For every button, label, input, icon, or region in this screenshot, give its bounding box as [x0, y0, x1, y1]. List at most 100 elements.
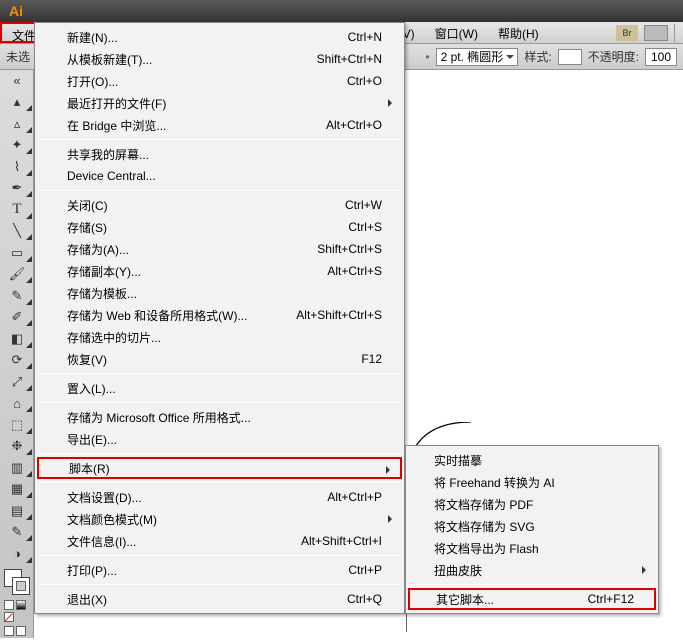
menu-item-label: 关闭(C) [67, 197, 108, 214]
submenu-item-label: 将文档导出为 Flash [434, 540, 539, 557]
menu-item-label: 存储为 Web 和设备所用格式(W)... [67, 307, 247, 324]
submenu-item-shortcut: Ctrl+F12 [588, 592, 634, 606]
warp-tool[interactable]: ⌂ [0, 393, 34, 415]
direct-selection-tool[interactable]: ▵ [0, 113, 34, 135]
menu-item[interactable]: 导出(E)... [37, 428, 402, 450]
menu-separator [39, 373, 400, 374]
submenu-item[interactable]: 将 Freehand 转换为 AI [408, 471, 656, 493]
menu-separator [39, 190, 400, 191]
mesh-tool[interactable]: ▦ [0, 479, 34, 501]
pen-tool[interactable]: ✒ [0, 178, 34, 200]
scale-tool[interactable]: ⤢ [0, 371, 34, 393]
submenu-item[interactable]: 扭曲皮肤 [408, 559, 656, 581]
menu-item[interactable]: 脚本(R) [37, 457, 402, 479]
menu-item[interactable]: 文档颜色模式(M) [37, 508, 402, 530]
menu-item[interactable]: 存储副本(Y)...Alt+Ctrl+S [37, 260, 402, 282]
menu-item-shortcut: Ctrl+W [345, 198, 382, 212]
menu-item[interactable]: 退出(X)Ctrl+Q [37, 588, 402, 610]
submenu-item[interactable]: 实时描摹 [408, 449, 656, 471]
arrange-icon[interactable] [644, 25, 668, 41]
menu-item-shortcut: Ctrl+N [348, 30, 382, 44]
eyedropper-tool[interactable]: ✎ [0, 522, 34, 544]
collapse-icon[interactable]: « [0, 70, 34, 92]
submenu-arrow-icon [642, 566, 650, 574]
title-bar: Ai [0, 0, 683, 22]
menu-item-shortcut: Alt+Shift+Ctrl+I [301, 534, 382, 548]
menu-item[interactable]: 从模板新建(T)...Shift+Ctrl+N [37, 48, 402, 70]
screen-mode-buttons[interactable] [0, 624, 33, 638]
rotate-tool[interactable]: ⟳ [0, 350, 34, 372]
menu-item-label: 恢复(V) [67, 351, 107, 368]
menu-separator [410, 584, 654, 585]
menu-item[interactable]: 关闭(C) Ctrl+W [37, 194, 402, 216]
line-tool[interactable]: ╲ [0, 221, 34, 243]
menu-item[interactable]: Device Central... [37, 165, 402, 187]
opacity-input[interactable]: 100 [645, 48, 677, 66]
style-swatch[interactable] [558, 49, 582, 65]
lasso-tool[interactable]: ⌇ [0, 156, 34, 178]
menu-item-label: 文件信息(I)... [67, 533, 136, 550]
selection-tool[interactable]: ▴ [0, 92, 34, 114]
blob-brush-tool[interactable]: ✐ [0, 307, 34, 329]
bridge-badge[interactable]: Br [616, 25, 638, 41]
menu-item[interactable]: 窗口(W) [425, 22, 488, 43]
blend-tool[interactable]: ◑ [0, 543, 34, 565]
menu-item[interactable]: 最近打开的文件(F) [37, 92, 402, 114]
submenu-item[interactable]: 其它脚本...Ctrl+F12 [408, 588, 656, 610]
free-transform-tool[interactable]: ⬚ [0, 414, 34, 436]
submenu-item-label: 实时描摹 [434, 452, 482, 469]
menu-item-label: 从模板新建(T)... [67, 51, 152, 68]
menu-item[interactable]: 文档设置(D)...Alt+Ctrl+P [37, 486, 402, 508]
menu-item-label: 最近打开的文件(F) [67, 95, 166, 112]
menu-item-label: 存储(S) [67, 219, 107, 236]
submenu-item[interactable]: 将文档存储为 PDF [408, 493, 656, 515]
menu-item[interactable]: 共享我的屏幕... [37, 143, 402, 165]
magic-wand-tool[interactable]: ✦ [0, 135, 34, 157]
menu-item[interactable]: 存储为 Web 和设备所用格式(W)...Alt+Shift+Ctrl+S [37, 304, 402, 326]
menu-item[interactable]: 在 Bridge 中浏览...Alt+Ctrl+O [37, 114, 402, 136]
menu-item[interactable]: 打印(P)...Ctrl+P [37, 559, 402, 581]
menu-item[interactable]: 存储为(A)...Shift+Ctrl+S [37, 238, 402, 260]
opacity-label[interactable]: 不透明度: [588, 48, 639, 65]
scripts-submenu: 实时描摹将 Freehand 转换为 AI将文档存储为 PDF将文档存储为 SV… [405, 445, 659, 614]
menu-separator [39, 139, 400, 140]
menu-item[interactable]: 文件信息(I)... Alt+Shift+Ctrl+I [37, 530, 402, 552]
menu-item[interactable]: 存储(S) Ctrl+S [37, 216, 402, 238]
stroke-profile-dropdown[interactable]: 2 pt. 椭圆形 [436, 48, 519, 66]
menu-item-label: 文档颜色模式(M) [67, 511, 157, 528]
menu-item[interactable]: 新建(N)... Ctrl+N [37, 26, 402, 48]
symbol-sprayer-tool[interactable]: ❉ [0, 436, 34, 458]
graph-tool[interactable]: ▥ [0, 457, 34, 479]
menu-item[interactable]: 帮助(H) [488, 22, 549, 43]
menu-item-label: 存储为模板... [67, 285, 137, 302]
type-tool[interactable]: T [0, 199, 34, 221]
app-logo: Ai [0, 0, 32, 22]
submenu-arrow-icon [388, 99, 396, 107]
submenu-arrow-icon [386, 466, 394, 474]
color-swatches[interactable] [0, 569, 34, 598]
rectangle-tool[interactable]: ▭ [0, 242, 34, 264]
menu-bar-right: Br [616, 22, 683, 43]
menu-item-shortcut: Ctrl+S [348, 220, 382, 234]
options-prefix: 未选 [6, 48, 30, 65]
paintbrush-tool[interactable]: 🖌 [0, 264, 34, 286]
pencil-tool[interactable]: ✎ [0, 285, 34, 307]
menu-item[interactable]: 打开(O)...Ctrl+O [37, 70, 402, 92]
color-mode-buttons[interactable] [0, 598, 33, 624]
menu-item-shortcut: Ctrl+P [348, 563, 382, 577]
menu-item[interactable]: 存储为模板... [37, 282, 402, 304]
submenu-item[interactable]: 将文档导出为 Flash [408, 537, 656, 559]
menu-item[interactable]: 存储选中的切片... [37, 326, 402, 348]
menu-item-label: Device Central... [67, 169, 156, 183]
stroke-swatch[interactable] [12, 577, 30, 595]
menu-item-label: 新建(N)... [67, 29, 118, 46]
menu-item[interactable]: 恢复(V)F12 [37, 348, 402, 370]
eraser-tool[interactable]: ◧ [0, 328, 34, 350]
menu-item-label: 在 Bridge 中浏览... [67, 117, 166, 134]
menu-item[interactable]: 存储为 Microsoft Office 所用格式... [37, 406, 402, 428]
menu-item[interactable]: 置入(L)... [37, 377, 402, 399]
submenu-item[interactable]: 将文档存储为 SVG [408, 515, 656, 537]
gradient-tool[interactable]: ▤ [0, 500, 34, 522]
menu-separator [39, 584, 400, 585]
menu-separator [39, 453, 400, 454]
